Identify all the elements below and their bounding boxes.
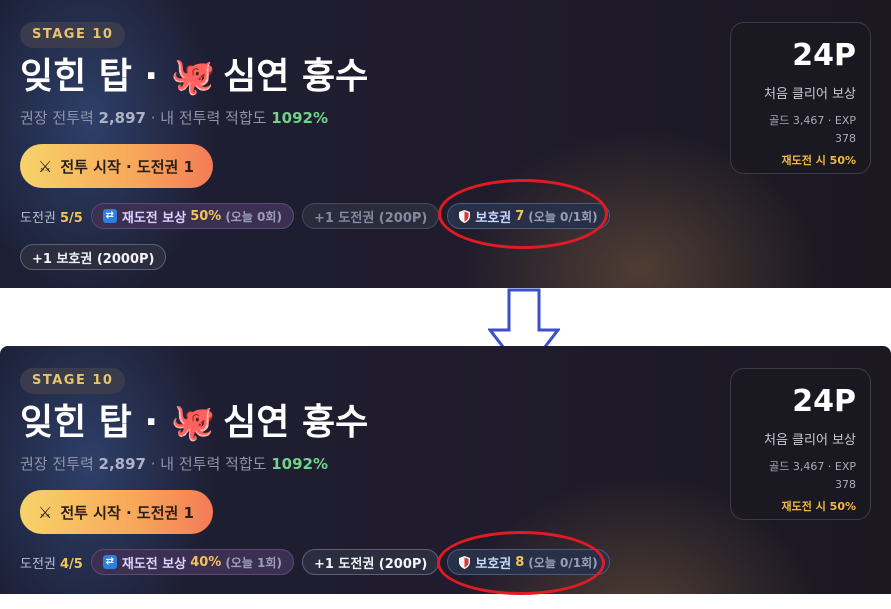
- title-text-suffix: 심연 흉수: [210, 56, 369, 97]
- retry-today: (오늘 0회): [225, 209, 282, 224]
- reward-card: 24P 처음 클리어 보상 골드 3,467 · EXP 378 재도전 시 5…: [730, 368, 871, 520]
- start-battle-label: 전투 시작 · 도전권 1: [60, 157, 194, 176]
- title-text-prefix: 잊힌 탑 ·: [20, 56, 171, 97]
- power-label: 권장 전투력: [20, 109, 99, 127]
- power-info: 권장 전투력 2,897 · 내 전투력 적합도 1092%: [20, 453, 328, 474]
- buy-ticket-button[interactable]: +1 도전권 (200P): [301, 549, 440, 575]
- fit-value: 1092%: [271, 109, 328, 127]
- reward-gold-exp: 골드 3,467 · EXP 378: [731, 458, 856, 494]
- start-battle-button[interactable]: ⚔ 전투 시작 · 도전권 1: [20, 144, 213, 188]
- reward-first-clear: 처음 클리어 보상: [764, 87, 856, 102]
- retry-today: (오늘 1회): [225, 555, 282, 570]
- retry-icon: ⇄: [102, 555, 117, 569]
- reward-retry-rate: 재도전 시 50%: [781, 500, 856, 513]
- buy-shield-button[interactable]: +1 보호권 (2000P): [20, 244, 167, 270]
- reward-first-clear: 처음 클리어 보상: [764, 433, 856, 448]
- my-power-label: · 내 전투력 적합도: [146, 455, 272, 473]
- title-text-prefix: 잊힌 탑 ·: [20, 402, 171, 443]
- reward-gold-exp: 골드 3,467 · EXP 378: [731, 112, 856, 148]
- ticket-label: 도전권: [20, 556, 61, 572]
- start-battle-label: 전투 시작 · 도전권 1: [60, 503, 194, 522]
- retry-label: 재도전 보상: [121, 556, 187, 572]
- retry-icon: ⇄: [102, 209, 117, 223]
- retry-percent: 50%: [190, 208, 222, 224]
- octopus-icon: 🐙: [170, 402, 216, 443]
- highlight-circle-after: [437, 531, 605, 595]
- retry-percent: 40%: [190, 554, 222, 570]
- stage-badge: STAGE 10: [20, 22, 126, 48]
- retry-reward-chip: ⇄ 재도전 보상 40% (오늘 1회): [90, 549, 294, 575]
- stage-title: 잊힌 탑 · 🐙 심연 흉수: [20, 400, 368, 446]
- reward-points: 24P: [792, 38, 856, 73]
- ticket-label: 도전권: [20, 210, 61, 226]
- ticket-count: 4/5: [60, 556, 83, 572]
- fit-value: 1092%: [271, 455, 328, 473]
- title-text-suffix: 심연 흉수: [210, 402, 369, 443]
- start-battle-button[interactable]: ⚔ 전투 시작 · 도전권 1: [20, 490, 213, 534]
- reward-card: 24P 처음 클리어 보상 골드 3,467 · EXP 378 재도전 시 5…: [730, 22, 871, 174]
- stage-panel-before: STAGE 10 잊힌 탑 · 🐙 심연 흉수 권장 전투력 2,897 · 내…: [0, 0, 891, 288]
- power-info: 권장 전투력 2,897 · 내 전투력 적합도 1092%: [20, 107, 328, 128]
- highlight-circle-before: [438, 179, 608, 249]
- octopus-icon: 🐙: [170, 56, 216, 97]
- ticket-counter: 도전권 5/5: [20, 207, 83, 226]
- retry-label: 재도전 보상: [121, 210, 187, 226]
- retry-reward-chip: ⇄ 재도전 보상 50% (오늘 0회): [90, 203, 294, 229]
- reward-gold-line2: 378: [835, 132, 856, 145]
- reward-retry-rate: 재도전 시 50%: [781, 154, 856, 167]
- stage-badge: STAGE 10: [20, 368, 126, 394]
- power-label: 권장 전투력: [20, 455, 99, 473]
- buy-ticket-button[interactable]: +1 도전권 (200P): [301, 203, 440, 229]
- reward-gold-line2: 378: [835, 478, 856, 491]
- crossed-swords-icon: ⚔: [38, 502, 53, 522]
- ticket-counter: 도전권 4/5: [20, 553, 83, 572]
- my-power-label: · 내 전투력 적합도: [146, 109, 272, 127]
- stage-title: 잊힌 탑 · 🐙 심연 흉수: [20, 54, 368, 100]
- power-value: 2,897: [98, 455, 146, 473]
- reward-gold-line1: 골드 3,467 · EXP: [769, 114, 856, 127]
- crossed-swords-icon: ⚔: [38, 156, 53, 176]
- ticket-count: 5/5: [60, 210, 83, 226]
- reward-gold-line1: 골드 3,467 · EXP: [769, 460, 856, 473]
- reward-points: 24P: [792, 384, 856, 419]
- power-value: 2,897: [98, 109, 146, 127]
